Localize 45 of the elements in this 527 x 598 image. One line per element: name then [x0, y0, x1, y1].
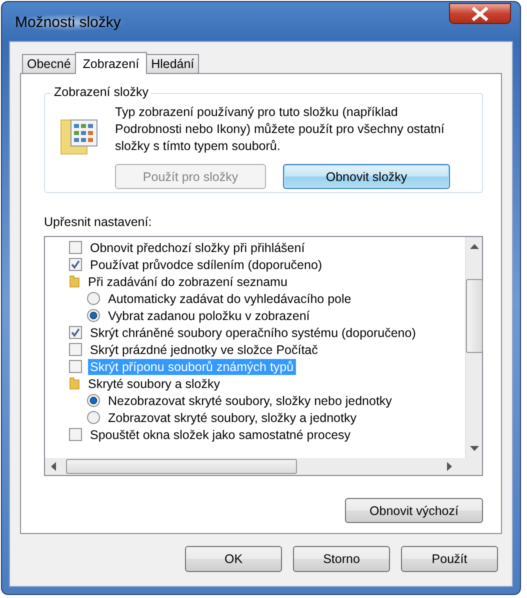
window-title: Možnosti složky	[9, 14, 127, 31]
checkbox[interactable]	[69, 343, 82, 356]
vertical-scrollbar[interactable]	[465, 237, 482, 458]
close-icon	[471, 6, 489, 20]
setting-label[interactable]: Používat průvodce sdílením (doporučeno)	[88, 256, 324, 272]
radio-button[interactable]	[87, 394, 100, 407]
advanced-settings-label: Upřesnit nastavení:	[44, 215, 153, 230]
folder-icon	[69, 377, 80, 390]
dialog-button[interactable]: Použít	[401, 546, 498, 572]
setting-label[interactable]: Spouštět okna složek jako samostatné procesy	[88, 426, 353, 442]
checkbox[interactable]	[69, 241, 82, 254]
tab[interactable]: Zobrazení	[74, 52, 148, 74]
checkbox[interactable]	[69, 258, 82, 271]
dialog-button[interactable]: Storno	[293, 546, 390, 572]
checkbox[interactable]	[69, 360, 82, 373]
tab[interactable]: Obecné	[22, 54, 76, 73]
checkbox[interactable]	[69, 428, 82, 441]
setting-label[interactable]: Automaticky zadávat do vyhledávacího pole	[106, 290, 354, 306]
setting-label[interactable]: Obnovit předchozí složky při přihlášení	[88, 240, 307, 256]
scrollbar-thumb[interactable]	[66, 459, 297, 474]
horizontal-scrollbar[interactable]	[45, 458, 482, 475]
close-button[interactable]	[449, 3, 511, 24]
scroll-right-icon[interactable]	[447, 462, 452, 471]
radio-button[interactable]	[87, 411, 100, 424]
scroll-down-icon[interactable]	[470, 446, 478, 451]
description-text: Typ zobrazení používaný pro tuto složku (například Podrobnosti nebo Ikony) můžete použít pro všechny ostatní složky s tímto typem souborů.	[115, 104, 446, 155]
setting-label[interactable]: Skrýt chráněné soubory operačního systému (doporučeno)	[88, 324, 418, 340]
scroll-up-icon[interactable]	[470, 244, 478, 249]
tab[interactable]: Hledání	[146, 54, 200, 73]
radio-button[interactable]	[87, 292, 100, 305]
checkbox[interactable]	[69, 326, 82, 339]
group-title: Zobrazení složky	[51, 85, 152, 99]
setting-label[interactable]: Skryté soubory a složky	[86, 376, 222, 392]
radio-button[interactable]	[87, 309, 100, 322]
setting-label[interactable]: Zobrazovat skryté soubory, složky a jednotky	[106, 410, 358, 426]
scrollbar-thumb[interactable]	[466, 279, 483, 353]
setting-label[interactable]: Skrýt prázdné jednotky ve složce Počítač	[88, 342, 320, 358]
setting-label[interactable]: Při zadávání do zobrazení seznamu	[86, 274, 290, 290]
setting-label[interactable]: Vybrat zadanou položku v zobrazení	[106, 308, 312, 324]
reset-folders-button[interactable]: Obnovit složky	[283, 164, 450, 189]
setting-label[interactable]: Nezobrazovat skryté soubory, složky nebo jednotky	[106, 392, 394, 408]
folder-icon	[69, 275, 80, 288]
scroll-left-icon[interactable]	[51, 462, 56, 471]
restore-defaults-button[interactable]: Obnovit výchozí	[345, 498, 483, 523]
dialog-button[interactable]: OK	[185, 546, 282, 572]
